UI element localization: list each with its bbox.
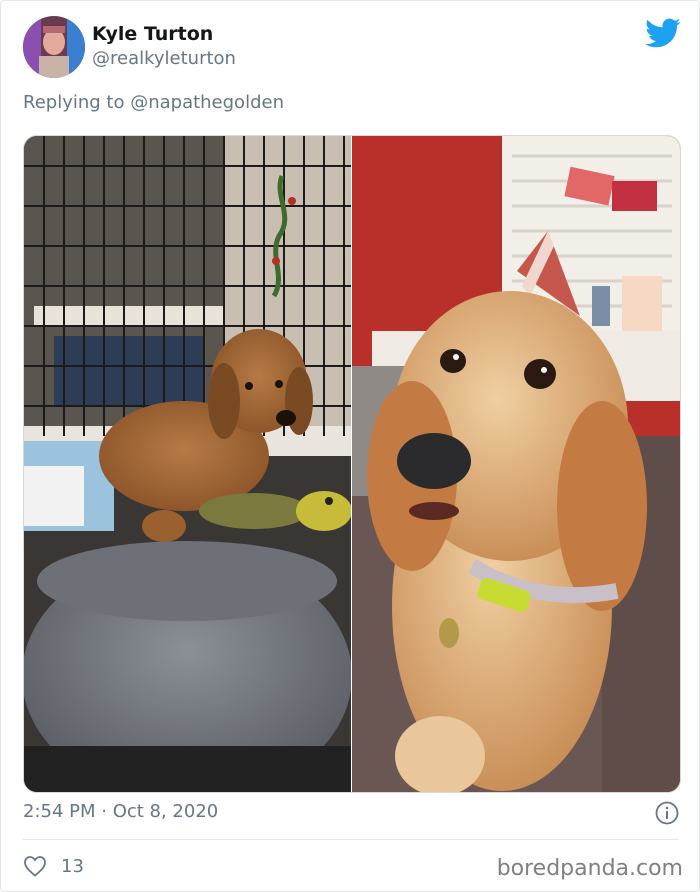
watermark: boredpanda.com [496,856,683,881]
adult-dog-photo[interactable] [352,136,680,792]
avatar[interactable] [23,16,85,78]
heart-icon[interactable] [23,855,47,877]
tweet-timestamp[interactable]: 2:54 PM · Oct 8, 2020 [23,801,218,822]
info-icon[interactable] [655,801,679,825]
tweet-card: Kyle Turton @realkyleturton Replying to … [0,0,700,892]
like-button[interactable]: 13 [23,853,84,879]
author-name[interactable]: Kyle Turton [92,23,213,45]
avatar-image [23,16,85,78]
author-handle[interactable]: @realkyleturton [92,48,236,69]
tweet-media[interactable] [23,135,681,793]
puppy-photo[interactable] [24,136,352,792]
twitter-bird-icon[interactable] [645,15,681,51]
like-count: 13 [61,855,84,877]
divider [23,839,679,840]
replying-to[interactable]: Replying to @napathegolden [23,92,284,113]
